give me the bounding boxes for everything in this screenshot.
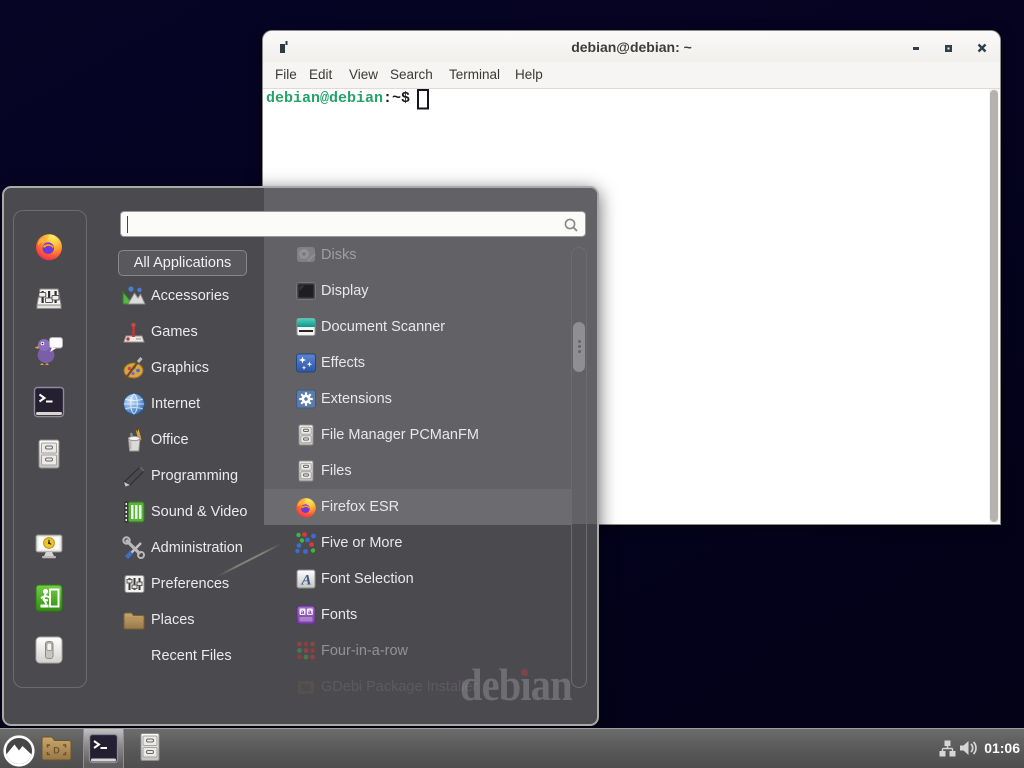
svg-text:A: A [300,573,311,589]
svg-text:a: a [308,609,312,616]
svg-text:D: D [53,746,60,756]
svg-text:a: a [301,609,305,616]
